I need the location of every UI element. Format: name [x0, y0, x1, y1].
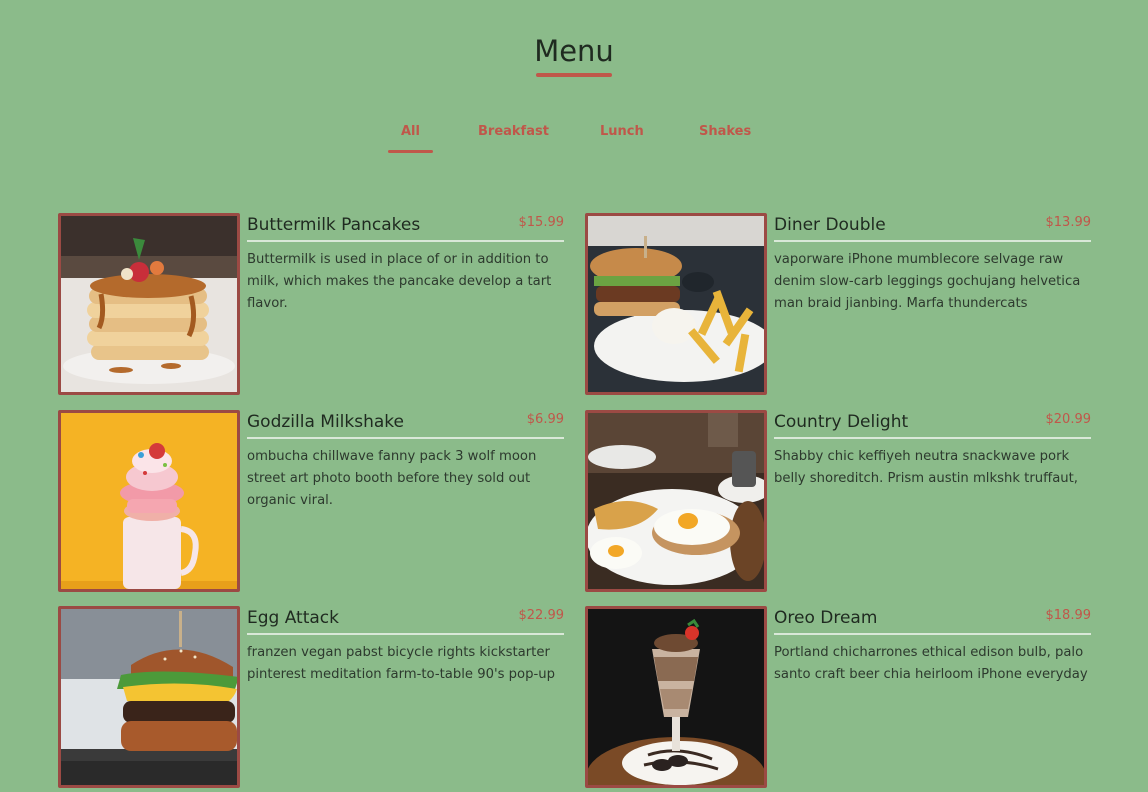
category-tabs: All Breakfast Lunch Shakes	[0, 124, 1148, 158]
milkshake-yellow-photo	[58, 410, 240, 592]
menu-item: Godzilla Milkshake $6.99 ombucha chillwa…	[58, 410, 564, 592]
egg-burger-photo	[58, 606, 240, 788]
item-description: Shabby chic keffiyeh neutra snackwave po…	[774, 449, 1079, 486]
item-name: Oreo Dream	[774, 608, 878, 628]
item-description: Portland chicharrones ethical edison bul…	[774, 645, 1088, 682]
item-price: $15.99	[518, 215, 565, 230]
menu-item: Oreo Dream $18.99 Portland chicharrones …	[585, 606, 1091, 788]
eggs-breakfast-photo	[585, 410, 767, 592]
tab-all[interactable]: All	[388, 124, 433, 153]
item-description: Buttermilk is used in place of or in add…	[247, 252, 552, 311]
tab-breakfast[interactable]: Breakfast	[478, 124, 549, 139]
item-price: $20.99	[1045, 412, 1092, 427]
item-divider	[247, 240, 564, 242]
item-price: $22.99	[518, 608, 565, 623]
item-price: $13.99	[1045, 215, 1092, 230]
item-name: Country Delight	[774, 412, 909, 432]
item-description: franzen vegan pabst bicycle rights kicks…	[247, 645, 555, 682]
item-divider	[247, 633, 564, 635]
menu-item: Buttermilk Pancakes $15.99 Buttermilk is…	[58, 213, 564, 395]
oreo-shake-photo	[585, 606, 767, 788]
item-name: Diner Double	[774, 215, 886, 235]
item-description: ombucha chillwave fanny pack 3 wolf moon…	[247, 449, 537, 508]
tab-lunch[interactable]: Lunch	[600, 124, 644, 139]
item-price: $18.99	[1045, 608, 1092, 623]
item-name: Egg Attack	[247, 608, 339, 628]
burger-fries-photo	[585, 213, 767, 395]
pancakes-photo	[58, 213, 240, 395]
item-divider	[774, 633, 1091, 635]
item-price: $6.99	[526, 412, 564, 427]
item-divider	[247, 437, 564, 439]
item-description: vaporware iPhone mumblecore selvage raw …	[774, 252, 1081, 311]
tab-shakes[interactable]: Shakes	[699, 124, 751, 139]
item-divider	[774, 240, 1091, 242]
item-divider	[774, 437, 1091, 439]
title-underline	[536, 73, 612, 77]
menu-item: Country Delight $20.99 Shabby chic keffi…	[585, 410, 1091, 592]
item-name: Godzilla Milkshake	[247, 412, 404, 432]
menu-item: Egg Attack $22.99 franzen vegan pabst bi…	[58, 606, 564, 788]
menu-item: Diner Double $13.99 vaporware iPhone mum…	[585, 213, 1091, 395]
item-name: Buttermilk Pancakes	[247, 215, 421, 235]
page-title: Menu	[534, 34, 614, 68]
